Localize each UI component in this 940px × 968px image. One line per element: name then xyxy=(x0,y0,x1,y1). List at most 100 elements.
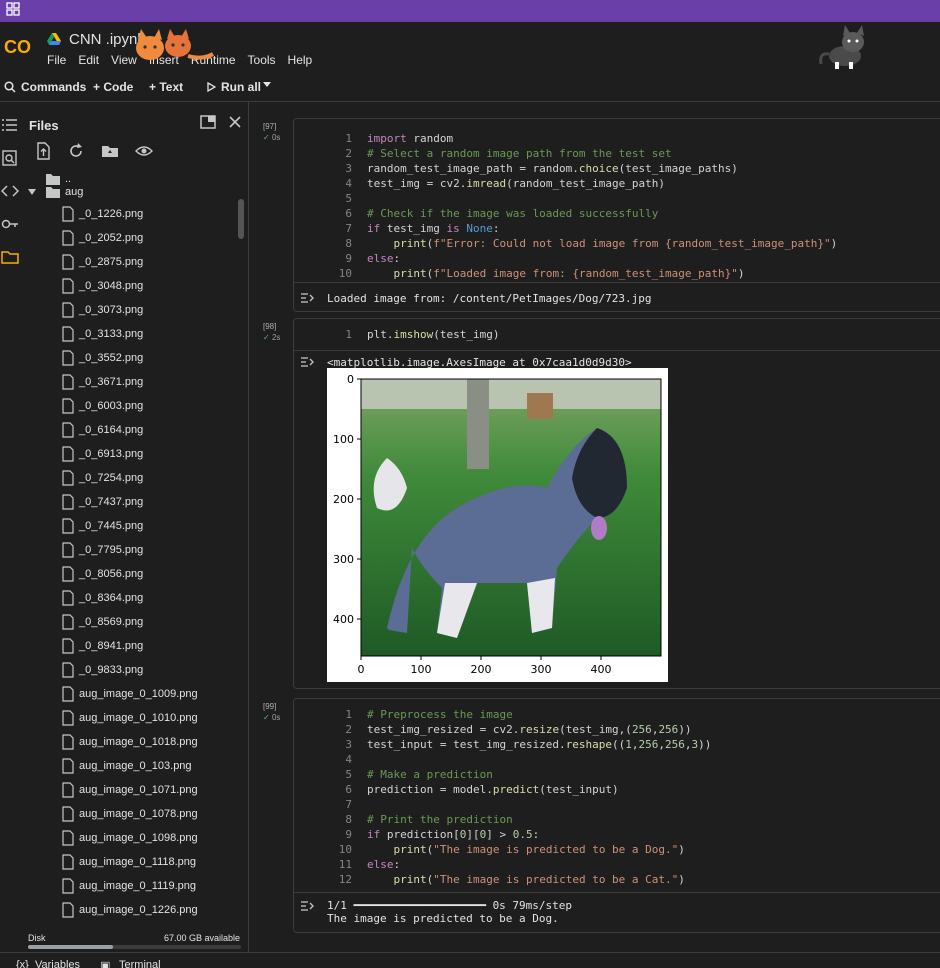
file-row[interactable]: _0_7445.png xyxy=(22,515,248,539)
code-line[interactable]: 2 # Select a random image path from the t… xyxy=(294,147,940,162)
code-cell-97[interactable]: 1 import random 2 # Select a random image p… xyxy=(293,118,940,312)
code-line[interactable]: 2 test_img_resized = cv2.resize(test_img,… xyxy=(294,723,940,738)
code-line[interactable]: 3 test_input = test_img_resized.reshape((… xyxy=(294,738,940,753)
close-icon[interactable] xyxy=(226,113,244,131)
file-row[interactable]: aug_image_0_1018.png xyxy=(22,731,248,755)
file-row[interactable]: aug_image_0_1009.png xyxy=(22,683,248,707)
file-row[interactable]: aug_image_0_1010.png xyxy=(22,707,248,731)
file-row[interactable]: _0_6003.png xyxy=(22,395,248,419)
search-icon xyxy=(4,81,16,93)
disk-label: Disk xyxy=(28,933,46,943)
show-hidden-eye-icon[interactable] xyxy=(135,142,153,160)
code-line[interactable]: 1 import random xyxy=(294,132,940,147)
variables-icon[interactable]: {x} xyxy=(16,959,29,968)
file-row[interactable]: aug_image_0_1098.png xyxy=(22,827,248,851)
code-line[interactable]: 4 xyxy=(294,753,940,768)
file-row[interactable]: _0_8941.png xyxy=(22,635,248,659)
terminal-tab[interactable]: Terminal xyxy=(119,959,161,968)
refresh-icon[interactable] xyxy=(67,142,85,160)
menu-help[interactable]: Help xyxy=(288,53,313,67)
terminal-icon[interactable]: ▣ xyxy=(100,959,110,968)
file-name: _0_7254.png xyxy=(79,472,144,484)
files-scrollbar[interactable] xyxy=(238,199,244,239)
add-code-button[interactable]: + Code xyxy=(93,80,133,94)
code-line[interactable]: 12 print("The image is predicted to be a… xyxy=(294,873,940,888)
file-row[interactable]: _0_7795.png xyxy=(22,539,248,563)
colab-logo[interactable]: CO xyxy=(4,36,36,58)
file-row[interactable]: _0_8056.png xyxy=(22,563,248,587)
file-row[interactable]: _0_9833.png xyxy=(22,659,248,683)
code-line[interactable]: 6 prediction = model.predict(test_input) xyxy=(294,783,940,798)
file-name: _0_2875.png xyxy=(79,256,144,268)
dog-photo xyxy=(361,379,661,656)
output-collapse-icon[interactable] xyxy=(300,355,316,369)
file-name: aug_image_0_1009.png xyxy=(79,688,198,700)
line-number: 7 xyxy=(345,798,352,811)
file-row[interactable]: _0_2875.png xyxy=(22,251,248,275)
file-name: _0_6164.png xyxy=(79,424,144,436)
table-of-contents-icon[interactable] xyxy=(1,116,19,134)
file-icon xyxy=(62,422,74,438)
output-collapse-icon[interactable] xyxy=(300,291,316,305)
upload-file-icon[interactable] xyxy=(34,142,52,160)
code-line[interactable]: 4 test_img = cv2.imread(random_test_image… xyxy=(294,177,940,192)
file-row[interactable]: aug_image_0_1071.png xyxy=(22,779,248,803)
menu-tools[interactable]: Tools xyxy=(248,53,276,67)
file-row[interactable]: _0_3073.png xyxy=(22,299,248,323)
code-line[interactable]: 3 random_test_image_path = random.choice(… xyxy=(294,162,940,177)
file-row[interactable]: _0_6164.png xyxy=(22,419,248,443)
file-row[interactable]: _0_8364.png xyxy=(22,587,248,611)
file-row[interactable]: aug_image_0_1078.png xyxy=(22,803,248,827)
code-line[interactable]: 10 print("The image is predicted to be a… xyxy=(294,843,940,858)
file-name: aug_image_0_1226.png xyxy=(79,904,198,916)
secrets-key-icon[interactable] xyxy=(1,215,19,233)
file-row[interactable]: _0_3133.png xyxy=(22,323,248,347)
code-line[interactable]: 9 else: xyxy=(294,252,940,267)
apps-grid-icon[interactable] xyxy=(6,2,20,16)
output-collapse-icon[interactable] xyxy=(300,899,316,913)
code-line[interactable]: 8 print(f"Error: Could not load image fr… xyxy=(294,237,940,252)
menu-file[interactable]: File xyxy=(47,53,66,67)
file-row[interactable]: aug_image_0_1226.png xyxy=(22,899,248,923)
plot-canvas: 0 100 200 300 400 0 100 200 300 400 xyxy=(333,373,662,676)
google-drive-icon[interactable] xyxy=(47,33,61,46)
code-line[interactable]: 1 # Preprocess the image xyxy=(294,708,940,723)
code-line[interactable]: 10 print(f"Loaded image from: {random_te… xyxy=(294,267,940,282)
file-row[interactable]: aug_image_0_1119.png xyxy=(22,875,248,899)
add-text-button[interactable]: + Text xyxy=(149,80,183,94)
file-row[interactable]: aug_image_0_103.png xyxy=(22,755,248,779)
code-line[interactable]: 5 # Make a prediction xyxy=(294,768,940,783)
code-line[interactable]: 11 else: xyxy=(294,858,940,873)
mount-drive-icon[interactable] xyxy=(101,142,119,160)
open-in-tab-icon[interactable] xyxy=(199,113,217,131)
variables-tab[interactable]: Variables xyxy=(35,959,80,968)
run-all-button[interactable]: Run all xyxy=(206,80,261,94)
cell-output: Loaded image from: /content/PetImages/Do… xyxy=(294,282,940,312)
find-in-notebook-icon[interactable] xyxy=(1,149,19,167)
file-row[interactable]: _0_1226.png xyxy=(22,203,248,227)
file-row[interactable]: _0_7254.png xyxy=(22,467,248,491)
code-snippets-icon[interactable] xyxy=(1,182,19,200)
code-line[interactable]: 1 plt.imshow(test_img) xyxy=(294,328,940,343)
code-line[interactable]: 7 xyxy=(294,798,940,813)
code-line[interactable]: 8 # Print the prediction xyxy=(294,813,940,828)
code-line[interactable]: 7 if test_img is None: xyxy=(294,222,940,237)
cell-exec-count: [99] xyxy=(263,702,277,711)
code-line[interactable]: 5 xyxy=(294,192,940,207)
commands-button[interactable]: Commands xyxy=(4,80,86,94)
file-row[interactable]: _0_3552.png xyxy=(22,347,248,371)
menu-edit[interactable]: Edit xyxy=(78,53,99,67)
file-row[interactable]: _0_3048.png xyxy=(22,275,248,299)
file-row[interactable]: _0_2052.png xyxy=(22,227,248,251)
file-row[interactable]: _0_7437.png xyxy=(22,491,248,515)
files-folder-icon[interactable] xyxy=(1,248,19,266)
file-row[interactable]: _0_8569.png xyxy=(22,611,248,635)
code-line[interactable]: 9 if prediction[0][0] > 0.5: xyxy=(294,828,940,843)
run-all-dropdown[interactable] xyxy=(262,80,277,88)
file-row[interactable]: _0_6913.png xyxy=(22,443,248,467)
code-cell-99[interactable]: 1 # Preprocess the image 2 test_img_resized… xyxy=(293,698,940,933)
file-row[interactable]: aug_image_0_1118.png xyxy=(22,851,248,875)
code-line[interactable]: 6 # Check if the image was loaded success… xyxy=(294,207,940,222)
line-number: 4 xyxy=(345,753,352,766)
file-row[interactable]: _0_3671.png xyxy=(22,371,248,395)
